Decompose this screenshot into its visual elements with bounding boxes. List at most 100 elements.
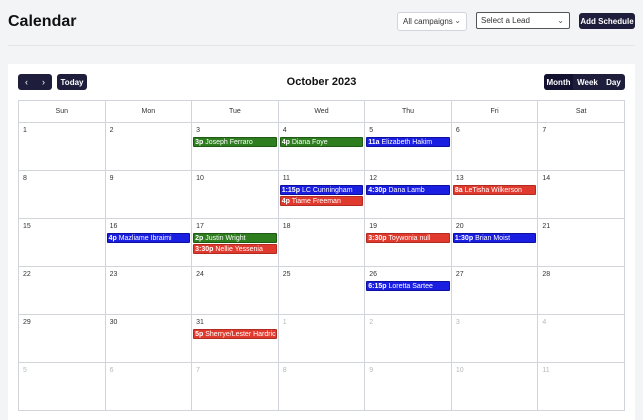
- day-cell[interactable]: 23: [104, 266, 193, 315]
- event-time: 4p: [108, 235, 117, 242]
- day-cell[interactable]: 7: [537, 122, 625, 171]
- event-name: Loretta Sartee: [388, 283, 433, 290]
- day-cell[interactable]: 28: [537, 266, 625, 315]
- event-chip[interactable]: 3:30p Nellie Yessenia: [193, 244, 277, 254]
- event-chip[interactable]: 4:30p Dana Lamb: [366, 185, 450, 195]
- view-day-button[interactable]: Day: [602, 74, 625, 90]
- day-number: 5: [369, 127, 374, 134]
- event-name: Nellie Yessenia: [215, 246, 263, 253]
- day-cell[interactable]: 16 4p Mazliame Ibraimi: [104, 218, 193, 267]
- event-chip[interactable]: 1:30p Brian Moist: [452, 233, 537, 243]
- event-name: LC Cunningham: [301, 187, 353, 194]
- day-cell[interactable]: 21: [537, 218, 625, 267]
- chevron-down-icon: ⌄: [454, 16, 461, 25]
- day-cell[interactable]: 5 11a Elizabeth Hakim: [364, 122, 452, 171]
- day-cell[interactable]: 25: [277, 266, 366, 315]
- day-cell[interactable]: 13 8a LeTisha Wilkerson: [450, 170, 539, 219]
- day-number: 7: [196, 367, 201, 374]
- day-cell[interactable]: 4 4p Diana Foye: [277, 122, 366, 171]
- day-cell[interactable]: 9: [364, 362, 452, 411]
- day-cell[interactable]: 27: [450, 266, 539, 315]
- event-name: Sherryе/Lester Hardrick: [205, 331, 277, 338]
- day-cell[interactable]: 1: [277, 314, 366, 363]
- day-cell[interactable]: 22: [18, 266, 106, 315]
- day-cell[interactable]: 11: [537, 362, 625, 411]
- event-chip[interactable]: 1:15p LC Cunningham: [279, 185, 364, 195]
- day-number: 12: [369, 175, 378, 182]
- day-number: 5: [23, 367, 27, 374]
- day-cell[interactable]: 29: [18, 314, 106, 363]
- add-schedule-button[interactable]: Add Schedule: [579, 13, 635, 29]
- day-number: 14: [542, 175, 551, 182]
- day-cell[interactable]: 24: [191, 266, 279, 315]
- day-number: 13: [455, 175, 464, 182]
- day-cell[interactable]: 6: [450, 122, 539, 171]
- campaigns-select[interactable]: All campaigns ⌄: [397, 12, 467, 31]
- event-time: 1:15p: [281, 187, 300, 194]
- day-number: 15: [23, 223, 31, 230]
- day-number: 31: [196, 319, 204, 326]
- day-number: 28: [542, 271, 551, 278]
- view-month-button[interactable]: Month: [544, 74, 573, 90]
- event-chip[interactable]: 2p Justin Wright: [193, 233, 277, 243]
- weekday-header: Thu: [364, 100, 452, 123]
- page-title: Calendar: [8, 13, 77, 30]
- day-cell[interactable]: 14: [537, 170, 625, 219]
- day-cell[interactable]: 2: [104, 122, 193, 171]
- event-name: Joseph Ferraro: [205, 139, 253, 146]
- day-cell[interactable]: 3: [450, 314, 539, 363]
- day-cell[interactable]: 3 3p Joseph Ferraro: [191, 122, 279, 171]
- day-cell[interactable]: 26 6:15p Loretta Sartee: [364, 266, 452, 315]
- header-divider: [8, 45, 635, 46]
- day-cell[interactable]: 19 3:30p Toywonia null: [364, 218, 452, 267]
- day-number: 2: [369, 319, 374, 326]
- event-name: Justin Wright: [205, 235, 246, 242]
- day-number: 6: [109, 367, 114, 374]
- day-cell[interactable]: 12 4:30p Dana Lamb: [364, 170, 452, 219]
- view-week-button[interactable]: Week: [573, 74, 602, 90]
- day-cell[interactable]: 17 2p Justin Wright 3:30p Nellie Yessenia: [191, 218, 279, 267]
- day-cell[interactable]: 15: [18, 218, 106, 267]
- event-chip[interactable]: 5p Sherryе/Lester Hardrick: [193, 329, 277, 339]
- day-number: 2: [109, 127, 114, 134]
- event-chip[interactable]: 11a Elizabeth Hakim: [366, 137, 450, 147]
- lead-select[interactable]: Select a Lead ⌄: [476, 12, 570, 29]
- event-name: Tiame Freeman: [291, 198, 341, 205]
- day-cell[interactable]: 10: [191, 170, 279, 219]
- event-chip[interactable]: 4p Diana Foye: [279, 137, 364, 147]
- day-number: 9: [109, 175, 114, 182]
- day-cell[interactable]: 6: [104, 362, 193, 411]
- day-number: 11: [542, 367, 550, 374]
- day-cell[interactable]: 2: [364, 314, 452, 363]
- event-chip[interactable]: 6:15p Loretta Sartee: [366, 281, 450, 291]
- event-chip[interactable]: 3p Joseph Ferraro: [193, 137, 277, 147]
- calendar-body: 1 2 3 3p Joseph Ferraro 4 4p Diana Foye 5 11a E…: [18, 122, 625, 411]
- event-chip[interactable]: 4p Mazliame Ibraimi: [106, 233, 191, 243]
- day-number: 18: [282, 223, 291, 230]
- day-number: 26: [369, 271, 378, 278]
- day-cell[interactable]: 30: [104, 314, 193, 363]
- event-chip[interactable]: 3:30p Toywonia null: [366, 233, 450, 243]
- day-cell[interactable]: 7: [191, 362, 279, 411]
- day-cell[interactable]: 20 1:30p Brian Moist: [450, 218, 539, 267]
- event-chip[interactable]: 8a LeTisha Wilkerson: [452, 185, 537, 195]
- day-number: 21: [542, 223, 551, 230]
- day-cell[interactable]: 31 5p Sherryе/Lester Hardrick: [191, 314, 279, 363]
- day-cell[interactable]: 1: [18, 122, 106, 171]
- weekday-header: Sun: [18, 100, 106, 123]
- event-time: 2p: [195, 235, 204, 242]
- campaigns-select-value: All campaigns: [403, 17, 453, 26]
- day-cell[interactable]: 8: [277, 362, 366, 411]
- day-cell[interactable]: 9: [104, 170, 193, 219]
- day-cell[interactable]: 11 1:15p LC Cunningham 4p Tiame Freeman: [277, 170, 366, 219]
- day-cell[interactable]: 5: [18, 362, 106, 411]
- day-number: 17: [196, 223, 204, 230]
- event-name: LeTisha Wilkerson: [464, 187, 522, 194]
- day-cell[interactable]: 10: [450, 362, 539, 411]
- event-chip[interactable]: 4p Tiame Freeman: [279, 196, 364, 206]
- day-cell[interactable]: 18: [277, 218, 366, 267]
- day-cell[interactable]: 4: [537, 314, 625, 363]
- week-row: 29 30 31 5p Sherryе/Lester Hardrick 1 2 3 4: [18, 314, 625, 363]
- week-row: 15 16 4p Mazliame Ibraimi 17 2p Justin Wrigh…: [18, 218, 625, 267]
- day-cell[interactable]: 8: [18, 170, 106, 219]
